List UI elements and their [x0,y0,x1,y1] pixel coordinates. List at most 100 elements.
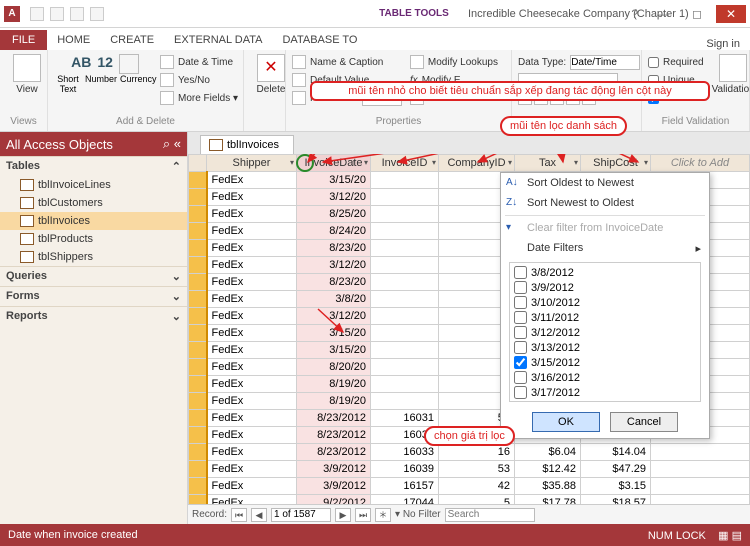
cell-shipper[interactable]: FedEx [207,325,297,342]
cell-invoicedate[interactable]: 3/12/20 [297,308,371,325]
row-selector[interactable] [189,291,207,308]
row-selector[interactable] [189,325,207,342]
nav-item-tblproducts[interactable]: tblProducts [0,230,187,248]
sort-ascending[interactable]: A↓Sort Oldest to Newest [501,173,709,193]
cell-invoicedate[interactable]: 8/25/20 [297,206,371,223]
cell-invoicedate[interactable]: 8/23/20 [297,240,371,257]
cell-invoicedate[interactable]: 8/23/2012 [297,444,371,461]
filter-value-item[interactable]: 3/12/2012 [512,325,698,340]
yes-no-button[interactable]: Yes/No [160,72,238,88]
cell-invoiceid[interactable] [371,172,439,189]
cell-shipper[interactable]: FedEx [207,495,297,505]
close-button[interactable]: ✕ [716,5,746,23]
nav-item-tblcustomers[interactable]: tblCustomers [0,194,187,212]
column-header-shipper[interactable]: Shipper▾ [207,155,297,172]
qat-redo-icon[interactable] [70,7,84,21]
row-selector[interactable] [189,410,207,427]
cell-invoicedate[interactable]: 3/15/20 [297,172,371,189]
nav-search-icon[interactable]: ⌕ « [163,136,181,152]
cell-invoiceid[interactable] [371,359,439,376]
filter-ok-button[interactable]: OK [532,412,600,432]
filter-checkbox[interactable] [514,356,527,369]
number-icon[interactable]: 12 [97,54,113,74]
filter-value-item[interactable]: 3/13/2012 [512,340,698,355]
tab-create[interactable]: CREATE [100,30,164,50]
cell-shipper[interactable]: FedEx [207,427,297,444]
cell-invoiceid[interactable] [371,325,439,342]
filter-arrow-icon[interactable]: ▾ [574,158,578,167]
cell-tax[interactable]: $17.78 [515,495,581,505]
filter-value-item[interactable]: 3/17/2012 [512,385,698,400]
cell-shipper[interactable]: FedEx [207,376,297,393]
cell-invoiceid[interactable] [371,393,439,410]
cell-invoicedate[interactable]: 3/12/20 [297,257,371,274]
cell-invoiceid[interactable] [371,206,439,223]
cell-shipper[interactable]: FedEx [207,257,297,274]
nav-item-tblshippers[interactable]: tblShippers [0,248,187,266]
nav-prev-button[interactable]: ◀ [251,508,267,522]
tab-home[interactable]: HOME [47,30,100,50]
filter-value-item[interactable]: 3/11/2012 [512,310,698,325]
tab-database-tools[interactable]: DATABASE TO [272,30,367,50]
cell-shipper[interactable]: FedEx [207,172,297,189]
modify-lookups-button[interactable]: Modify Lookups [410,54,498,70]
cell-invoiceid[interactable] [371,274,439,291]
row-selector[interactable] [189,257,207,274]
cell-shipper[interactable]: FedEx [207,410,297,427]
filter-arrow-icon[interactable]: ▾ [432,158,436,167]
cell-companyid[interactable]: 53 [439,461,515,478]
cell-shipper[interactable]: FedEx [207,240,297,257]
filter-checkbox[interactable] [514,266,527,279]
validation-button[interactable]: Validation [712,54,750,108]
currency-icon[interactable] [119,54,139,74]
row-selector[interactable] [189,376,207,393]
filter-checkbox[interactable] [514,341,527,354]
qat-undo-icon[interactable] [50,7,64,21]
nav-section-tables[interactable]: Tables⌃ [0,156,187,176]
cell-shipper[interactable]: FedEx [207,478,297,495]
tab-external-data[interactable]: EXTERNAL DATA [164,30,272,50]
row-selector[interactable] [189,240,207,257]
cell-invoiceid[interactable] [371,291,439,308]
required-checkbox[interactable]: Required [648,54,704,70]
minimize-button[interactable]: — [648,5,678,23]
row-selector[interactable] [189,223,207,240]
qat-more-icon[interactable] [90,7,104,21]
table-row[interactable]: FedEx9/2/2012170445$17.78$18.57 [189,495,750,505]
filter-arrow-icon[interactable]: ▾ [290,158,294,167]
cell-shipper[interactable]: FedEx [207,359,297,376]
view-datasheet-icon[interactable]: ▦ [718,530,728,542]
cell-invoiceid[interactable] [371,240,439,257]
row-selector[interactable] [189,206,207,223]
cell-invoiceid[interactable]: 16157 [371,478,439,495]
row-selector[interactable] [189,342,207,359]
filter-checkbox[interactable] [514,326,527,339]
filter-value-item[interactable]: 3/10/2012 [512,295,698,310]
cell-invoicedate[interactable]: 9/2/2012 [297,495,371,505]
cell-invoiceid[interactable] [371,257,439,274]
cell-shipper[interactable]: FedEx [207,223,297,240]
cell-invoicedate[interactable]: 8/19/20 [297,393,371,410]
filter-value-item[interactable]: 3/9/2012 [512,280,698,295]
nav-item-tblinvoicelines[interactable]: tblInvoiceLines [0,176,187,194]
row-selector[interactable] [189,274,207,291]
row-selector[interactable] [189,172,207,189]
cell-add[interactable] [651,478,750,495]
cell-invoicedate[interactable]: 3/9/2012 [297,461,371,478]
table-row[interactable]: FedEx3/9/20121603953$12.42$47.29 [189,461,750,478]
column-header-invoiceid[interactable]: InvoiceID▾ [371,155,439,172]
row-selector[interactable] [189,444,207,461]
cell-tax[interactable]: $6.04 [515,444,581,461]
cell-invoicedate[interactable]: 8/19/20 [297,376,371,393]
cell-invoiceid[interactable]: 16031 [371,410,439,427]
cell-companyid[interactable]: 42 [439,478,515,495]
row-selector[interactable] [189,359,207,376]
row-selector[interactable] [189,478,207,495]
nav-new-button[interactable]: ＊ [375,508,391,522]
search-box[interactable] [445,508,535,522]
cell-invoiceid[interactable] [371,342,439,359]
sort-descending[interactable]: Z↓Sort Newest to Oldest [501,193,709,213]
cell-invoicedate[interactable]: 3/8/20 [297,291,371,308]
date-time-button[interactable]: Date & Time [160,54,238,70]
view-design-icon[interactable]: ▤ [732,530,742,542]
